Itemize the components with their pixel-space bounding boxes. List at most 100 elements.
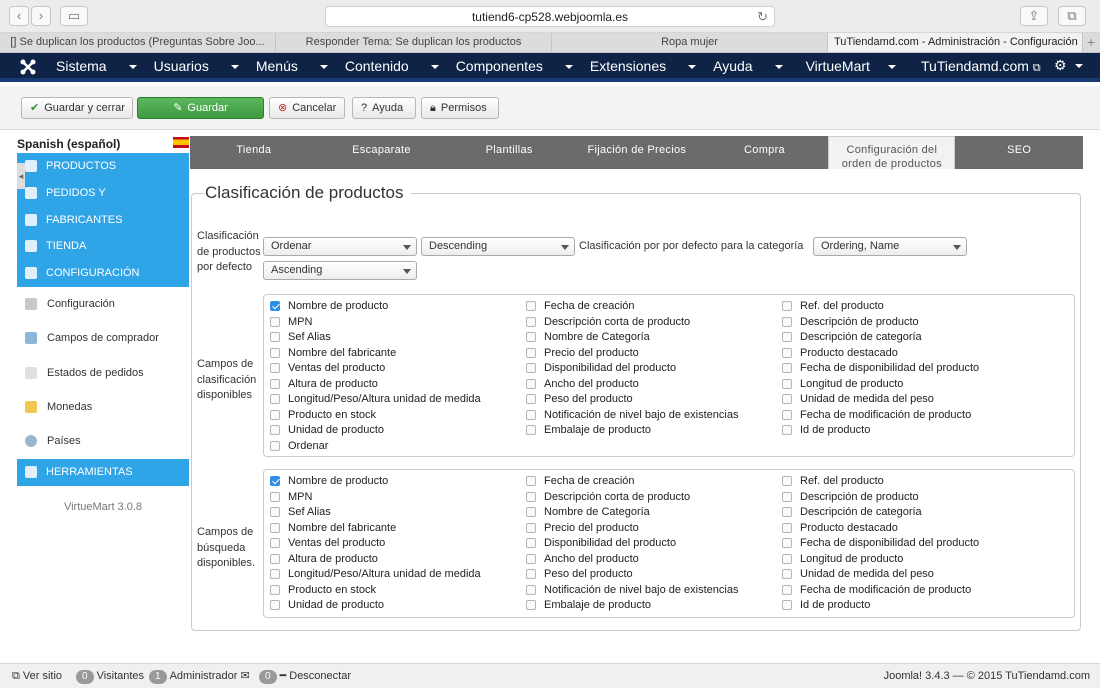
sidebar-item-campos-comprador[interactable]: Campos de comprador (17, 321, 189, 355)
field-checkbox-item[interactable]: Ventas del producto (270, 361, 385, 375)
field-checkbox-item[interactable]: Producto destacado (782, 346, 898, 360)
default-order-select[interactable]: Ordenar (263, 237, 417, 256)
new-tab-icon[interactable]: + (1083, 33, 1099, 52)
sidebar-item-monedas[interactable]: Monedas (17, 390, 189, 424)
nav-componentes[interactable]: Componentes (456, 58, 573, 74)
checkbox[interactable] (782, 569, 792, 579)
checkbox[interactable] (526, 394, 536, 404)
checkbox[interactable] (782, 409, 792, 420)
checkbox[interactable] (270, 347, 280, 358)
checkbox[interactable] (526, 507, 536, 517)
sidebar-item-configuracion[interactable]: Configuración (17, 287, 189, 321)
field-checkbox-item[interactable]: Nombre del fabricante (270, 521, 396, 535)
checkbox[interactable] (782, 538, 792, 548)
view-site-link[interactable]: ⧉ Ver sitio (12, 664, 62, 688)
checkbox[interactable] (270, 363, 280, 373)
share-icon[interactable]: ⇪ (1020, 6, 1048, 26)
sidebar-collapse-icon[interactable]: ◂ (17, 163, 25, 189)
field-checkbox-item[interactable]: Peso del producto (526, 392, 633, 406)
nav-extensiones[interactable]: Extensiones (590, 58, 697, 74)
sidebar-group-herramientas[interactable]: HERRAMIENTAS (17, 459, 189, 486)
sidebar-item-paises[interactable]: Países (17, 424, 189, 458)
checkbox[interactable] (782, 363, 792, 373)
settings-menu[interactable]: ⚙ (1054, 57, 1083, 74)
sidebar-group-pedidos[interactable]: PEDIDOS Y (17, 180, 189, 207)
field-checkbox-item[interactable]: Fecha de creación (526, 474, 635, 488)
checkbox[interactable] (526, 347, 536, 358)
field-checkbox-item[interactable]: Fecha de disponibilidad del producto (782, 536, 979, 550)
nav-menus[interactable]: Menús (256, 58, 328, 74)
field-checkbox-item[interactable]: Unidad de producto (270, 598, 384, 612)
checkbox[interactable] (270, 507, 280, 517)
field-checkbox-item[interactable]: Altura de producto (270, 377, 378, 391)
save-close-button[interactable]: ✔ Guardar y cerrar (21, 97, 133, 119)
checkbox[interactable] (270, 569, 280, 579)
checkbox[interactable] (270, 553, 280, 564)
checkbox[interactable] (526, 522, 536, 533)
nav-virtuemart[interactable]: VirtueMart (806, 58, 896, 74)
field-checkbox-item[interactable]: Longitud de producto (782, 377, 903, 391)
field-checkbox-item[interactable]: Fecha de disponibilidad del producto (782, 361, 979, 375)
tab-seo[interactable]: SEO (955, 136, 1083, 169)
field-checkbox-item[interactable]: Fecha de modificación de producto (782, 583, 971, 597)
field-checkbox-item[interactable]: Longitud/Peso/Altura unidad de medida (270, 567, 481, 581)
checkbox[interactable] (270, 476, 280, 486)
checkbox[interactable] (526, 600, 536, 610)
checkbox[interactable] (270, 600, 280, 610)
field-checkbox-item[interactable]: Precio del producto (526, 346, 639, 360)
checkbox[interactable] (270, 425, 280, 435)
sidebar-group-productos[interactable]: PRODUCTOS (17, 153, 189, 180)
checkbox[interactable] (526, 409, 536, 420)
checkbox[interactable] (526, 363, 536, 373)
tab-plantillas[interactable]: Plantillas (445, 136, 573, 169)
checkbox[interactable] (782, 332, 792, 342)
field-checkbox-item[interactable]: Embalaje de producto (526, 423, 651, 437)
sidebar-group-tienda[interactable]: TIENDA (17, 233, 189, 260)
site-link[interactable]: TuTiendamd.com ⧉ (921, 58, 1041, 75)
checkbox[interactable] (270, 394, 280, 404)
checkbox[interactable] (270, 332, 280, 342)
field-checkbox-item[interactable]: Embalaje de producto (526, 598, 651, 612)
tab-tienda[interactable]: Tienda (190, 136, 318, 169)
checkbox[interactable] (270, 584, 280, 595)
checkbox[interactable] (526, 538, 536, 548)
field-checkbox-item[interactable]: Longitud de producto (782, 552, 903, 566)
tab-compra[interactable]: Compra (701, 136, 829, 169)
checkbox[interactable] (526, 425, 536, 435)
default-direction-select[interactable]: Descending (421, 237, 575, 256)
field-checkbox-item[interactable]: Producto destacado (782, 521, 898, 535)
browser-tab[interactable]: Ropa mujer (552, 33, 828, 52)
back-icon[interactable]: ‹ (9, 6, 29, 26)
nav-ayuda[interactable]: Ayuda (713, 58, 783, 74)
field-checkbox-item[interactable]: Ventas del producto (270, 536, 385, 550)
checkbox[interactable] (782, 600, 792, 610)
field-checkbox-item[interactable]: Disponibilidad del producto (526, 361, 676, 375)
checkbox[interactable] (526, 553, 536, 564)
field-checkbox-item[interactable]: Ref. del producto (782, 474, 884, 488)
category-order-select[interactable]: Ordering, Name (813, 237, 967, 256)
field-checkbox-item[interactable]: Ancho del producto (526, 377, 639, 391)
nav-sistema[interactable]: Sistema (56, 58, 137, 74)
field-checkbox-item[interactable]: Nombre del fabricante (270, 346, 396, 360)
checkbox[interactable] (270, 491, 280, 502)
checkbox[interactable] (526, 476, 536, 486)
browser-tab[interactable]: Responder Tema: Se duplican los producto… (276, 33, 552, 52)
field-checkbox-item[interactable]: Nombre de Categoría (526, 330, 650, 344)
field-checkbox-item[interactable]: Ordenar (270, 439, 328, 453)
checkbox[interactable] (782, 507, 792, 517)
checkbox[interactable] (270, 378, 280, 389)
sidebar-group-configuracion[interactable]: CONFIGURACIÓN (17, 260, 189, 287)
checkbox[interactable] (526, 332, 536, 342)
checkbox[interactable] (526, 316, 536, 327)
tabs-overview-icon[interactable]: ⧉ (1058, 6, 1086, 26)
checkbox[interactable] (782, 316, 792, 327)
checkbox[interactable] (782, 347, 792, 358)
field-checkbox-item[interactable]: Notificación de nivel bajo de existencia… (526, 408, 738, 422)
sidebar-group-fabricantes[interactable]: FABRICANTES (17, 207, 189, 234)
field-checkbox-item[interactable]: Ref. del producto (782, 299, 884, 313)
field-checkbox-item[interactable]: Sef Alias (270, 505, 331, 519)
checkbox[interactable] (270, 301, 280, 311)
checkbox[interactable] (782, 491, 792, 502)
field-checkbox-item[interactable]: Unidad de medida del peso (782, 567, 934, 581)
field-checkbox-item[interactable]: Ancho del producto (526, 552, 639, 566)
